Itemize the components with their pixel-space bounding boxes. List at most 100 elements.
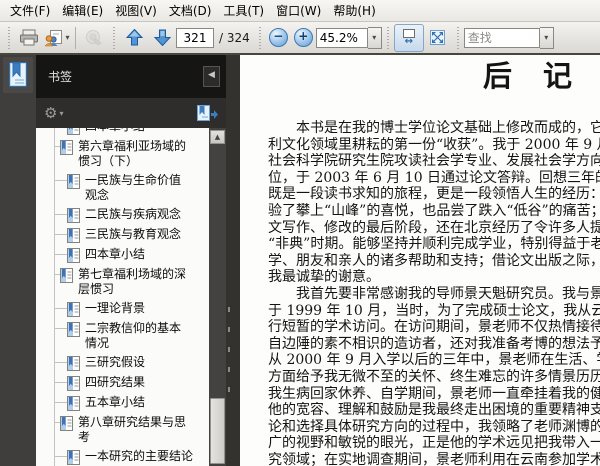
bookmark-item[interactable]: 第七章福利场域的深 层惯习 [36, 265, 209, 299]
navigation-panel-strip [0, 55, 36, 466]
pdf-page: 后 记 本书是在我的博士学位论文基础上修改而成的，它是我在福利文化领域里耕耘的第… [240, 55, 600, 466]
menu-item[interactable]: 文档(D) [163, 0, 218, 22]
toolbar-grip[interactable] [112, 26, 116, 49]
fit-width-button[interactable]: ↔ [393, 23, 424, 52]
document-text-line: 位，于 2003 年 6 月 10 日通过论文答辩。回想三年的求学生涯， [268, 169, 600, 186]
document-text-line: 行短暂的学术访问。在访问期间，景老师不仅热情接待我这个来 [268, 319, 600, 336]
bookmark-item[interactable]: 第六章福利亚场域的 惯习（下） [36, 137, 209, 171]
bookmark-page-icon [67, 174, 80, 189]
scroll-up-button[interactable]: ▲ [210, 130, 225, 144]
bookmark-page-icon [67, 450, 80, 465]
caret-down-icon: ▾ [544, 32, 549, 42]
document-text-line: 我首先要非常感谢我的导师景天魁研究员。我与景老师结识 [295, 285, 600, 302]
bookmark-item[interactable]: 二宗教信仰的基本 情况 [36, 319, 209, 353]
page-total-label: / 324 [219, 30, 250, 45]
menu-item[interactable]: 帮助(H) [327, 0, 381, 22]
previous-page-button[interactable] [120, 25, 148, 51]
bookmark-item[interactable]: 一理论背景 [36, 299, 209, 319]
page-number-input[interactable] [176, 27, 214, 48]
zoom-level-input[interactable] [315, 27, 368, 48]
toolbar-grip[interactable] [7, 26, 11, 49]
bookmark-item[interactable]: 二民族与疾病观念 [36, 205, 209, 225]
bookmarks-sidebar: 书签 ◀ ⚙ ▾ 第六章福利亚场域的 惯习（下） 一民族与生命价值 观念 二民族… [36, 55, 226, 466]
bookmark-page-icon [67, 228, 80, 243]
document-text-line: 验了攀上“山峰”的喜悦，也品尝了跌入“低谷”的痛苦；在论 [268, 202, 600, 219]
bookmark-page-icon [67, 376, 80, 391]
caret-down-icon: ▾ [65, 32, 70, 42]
sidebar-title: 书签 [48, 70, 73, 84]
arrow-up-icon [125, 28, 144, 47]
toolbar-grip[interactable] [385, 26, 390, 49]
page-body-text: 本书是在我的博士学位论文基础上修改而成的，它是我在福利文化领域里耕耘的第一份“收… [268, 120, 600, 466]
collapse-panel-button[interactable]: ◀ [203, 66, 220, 87]
go-to-current-bookmark-button[interactable] [196, 104, 218, 122]
panel-splitter-handle[interactable] [228, 307, 231, 407]
document-view[interactable]: 后 记 本书是在我的博士学位论文基础上修改而成的，它是我在福利文化领域里耕耘的第… [226, 55, 600, 466]
document-text-line: 广的视野和敏锐的眼光，正是他的学术远见把我带入一个新的研 [268, 435, 600, 452]
toolbar-grip[interactable] [257, 26, 262, 49]
bookmarks-panel-icon [6, 61, 30, 89]
horizontal-arrows-glyph: ↔ [404, 36, 413, 47]
bookmark-item[interactable]: 四本章小结 [36, 245, 209, 265]
scrollbar-thumb[interactable] [210, 398, 225, 464]
bookmark-item[interactable]: 第八章研究结果与思 考 [36, 413, 209, 447]
bookmark-page-icon [67, 248, 80, 263]
bookmark-label: 第七章福利场域的深 层惯习 [78, 267, 187, 296]
find-input[interactable] [463, 27, 540, 48]
document-text-line: 自边陲的素不相识的造访者，还对我准备考博的想法予以鼓励。 [268, 335, 600, 352]
menu-item[interactable]: 工具(T) [217, 0, 270, 22]
bookmark-item[interactable]: 一本研究的主要结论 [36, 447, 209, 466]
fit-page-button[interactable] [424, 25, 452, 51]
collaborate-button[interactable]: ▾ [43, 25, 71, 51]
bookmark-label: 第八章研究结果与思 考 [78, 415, 187, 444]
menu-item[interactable]: 编辑(E) [56, 0, 109, 22]
zoom-out-button[interactable]: − [268, 28, 288, 47]
web-tool-button[interactable] [80, 25, 108, 51]
document-text-line: 从 2000 年 9 月入学以后的三年中，景老师在生活、学习等各个 [268, 352, 600, 369]
document-text-line: 社会科学院研究生院攻读社会学专业、发展社会学方向的博士学 [268, 153, 600, 170]
bookmark-page-icon [67, 356, 80, 371]
bookmark-label: 四本章小结 [85, 128, 145, 134]
document-text-line: 究领域；在实地调查期间，景老师利用在云南参加学术会议的间 [268, 451, 600, 466]
content-area: 书签 ◀ ⚙ ▾ 第六章福利亚场域的 惯习（下） 一民族与生命价值 观念 二民族… [0, 55, 600, 466]
globe-icon [84, 29, 104, 47]
bookmark-label: 第六章福利亚场域的 惯习（下） [78, 139, 187, 168]
menu-item[interactable]: 窗口(W) [270, 0, 327, 22]
collaborate-icon [44, 29, 63, 47]
bookmark-page-icon [60, 140, 73, 155]
document-text-line: 我生病回家休养、自学期间，景老师一直牵挂着我的健康状况， [268, 385, 600, 402]
arrow-down-icon [153, 28, 172, 47]
bookmark-item[interactable]: 三研究假设 [36, 353, 209, 373]
document-text-line: 利文化领域里耕耘的第一份“收获”。我于 2000 年 9 月考入中国 [268, 136, 600, 153]
bookmark-page-icon [67, 128, 80, 135]
bookmark-page-icon [67, 208, 80, 223]
bookmark-label: 四本章小结 [85, 247, 146, 261]
bookmark-page-icon [67, 396, 80, 411]
document-text-line: 文写作、修改的最后阶段，还在北京经历了令许多人提心吊胆的 [268, 219, 600, 236]
next-page-button[interactable] [148, 25, 176, 51]
bookmarks-scrollbar[interactable]: ▲ [209, 128, 226, 466]
find-dropdown-button[interactable]: ▾ [539, 26, 554, 49]
toolbar-grip[interactable] [455, 26, 460, 49]
bookmark-item[interactable]: 四研究结果 [36, 373, 209, 393]
bookmark-item[interactable]: 三民族与教育观念 [36, 225, 209, 245]
bookmark-page-icon [60, 268, 73, 283]
bookmark-label: 一本研究的主要结论 [85, 449, 194, 463]
gear-icon[interactable]: ⚙ [44, 105, 57, 121]
zoom-in-button[interactable]: + [293, 28, 313, 47]
document-text-line: 方面给予我无微不至的关怀、终生难忘的许多情景历历在目：在 [268, 368, 600, 385]
menu-item[interactable]: 文件(F) [4, 0, 56, 22]
bookmarks-panel-tab[interactable] [3, 57, 33, 93]
bookmark-item[interactable]: 四本章小结 [36, 128, 209, 137]
bookmark-item[interactable]: 五本章小结 [36, 393, 209, 413]
zoom-dropdown-button[interactable]: ▾ [367, 26, 382, 49]
document-text-line: “非典”时期。能够坚持并顺利完成学业，特别得益于老师、同 [268, 236, 600, 253]
bookmark-label: 五本章小结 [85, 395, 146, 409]
bookmark-label: 四研究结果 [85, 375, 146, 389]
bookmark-item[interactable]: 一民族与生命价值 观念 [36, 171, 209, 205]
print-button[interactable] [15, 25, 43, 51]
document-text-line: 本书是在我的博士学位论文基础上修改而成的，它是我在福 [295, 120, 600, 136]
sidebar-options-row: ⚙ ▾ [36, 98, 226, 128]
pdf-reader-window: 文件(F) 编辑(E) 视图(V) 文档(D) 工具(T) 窗口(W) 帮助(H) [0, 0, 600, 466]
menu-item[interactable]: 视图(V) [109, 0, 163, 22]
